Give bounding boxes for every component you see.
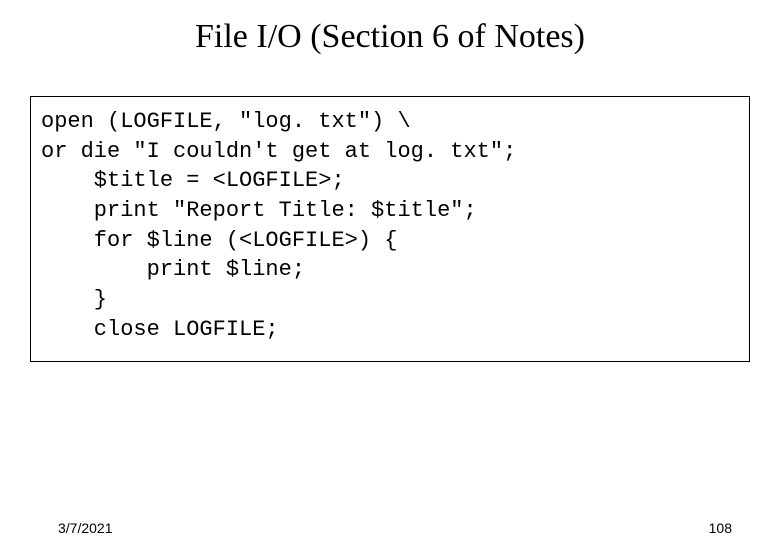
code-line: $title = <LOGFILE>; bbox=[41, 166, 739, 196]
code-line: open (LOGFILE, "log. txt") \ bbox=[41, 107, 739, 137]
code-box: open (LOGFILE, "log. txt") \ or die "I c… bbox=[30, 96, 750, 362]
slide-title: File I/O (Section 6 of Notes) bbox=[0, 18, 780, 56]
code-line: close LOGFILE; bbox=[41, 315, 739, 345]
code-line: print "Report Title: $title"; bbox=[41, 196, 739, 226]
code-line: for $line (<LOGFILE>) { bbox=[41, 226, 739, 256]
footer: 3/7/2021 108 bbox=[58, 516, 732, 536]
footer-page-number: 108 bbox=[709, 520, 732, 536]
slide: File I/O (Section 6 of Notes) open (LOGF… bbox=[0, 18, 780, 558]
code-line: or die "I couldn't get at log. txt"; bbox=[41, 137, 739, 167]
code-line: } bbox=[41, 285, 739, 315]
footer-date: 3/7/2021 bbox=[58, 520, 113, 536]
code-line: print $line; bbox=[41, 255, 739, 285]
